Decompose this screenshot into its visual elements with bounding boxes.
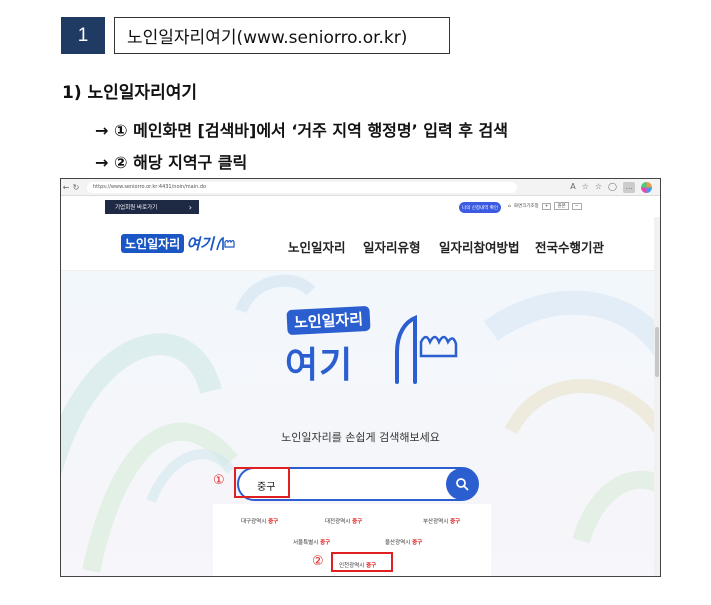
step-marker-1: ① — [213, 473, 225, 488]
nav-item-job-types[interactable]: 일자리유형 — [363, 237, 421, 256]
search-icon — [456, 478, 469, 491]
my-application-label: 나의 신청내역 확인 — [462, 205, 498, 211]
logo-text-1: 노인일자리 — [121, 234, 185, 253]
website-screenshot: ← ↻ https://www.seniorro.or.kr:4431/noin… — [60, 178, 661, 577]
read-aloud-icon[interactable]: A — [570, 182, 575, 193]
step-marker-2: ② — [312, 554, 324, 569]
hero-logo: 노인일자리 여기 — [283, 304, 463, 394]
logo-text-2: 여기 — [186, 235, 214, 253]
more-menu-icon[interactable]: … — [623, 182, 635, 193]
url-text: https://www.seniorro.or.kr:4431/noin/mai… — [93, 184, 207, 190]
instruction-step-2: → ② 해당 지역구 클릭 — [95, 153, 248, 172]
my-application-button[interactable]: 나의 신청내역 확인 — [459, 202, 501, 213]
profile-icon[interactable]: ◯ — [608, 182, 617, 193]
result-item[interactable]: 대구광역시 중구 — [241, 517, 278, 525]
collections-icon[interactable]: ☆ — [595, 182, 602, 193]
result-item[interactable]: 대전광역시 중구 — [325, 517, 362, 525]
copilot-icon[interactable] — [641, 182, 652, 193]
hero-section: 노인일자리 여기 노인일자리를 손쉽게 검색해보세요 ① 대구광역시 중구 대전… — [61, 271, 660, 576]
scrollbar-thumb[interactable] — [655, 327, 659, 377]
page-scrollbar[interactable] — [654, 217, 660, 576]
section-number-badge: 1 — [61, 17, 105, 54]
site-title: 노인일자리여기(www.seniorro.or.kr) — [114, 17, 450, 54]
home-icon[interactable]: ⌂ — [508, 204, 511, 209]
logo-hand-icon — [216, 236, 235, 250]
zoom-reset-button[interactable]: 원본 — [554, 202, 569, 210]
hero-hand-icon — [395, 315, 458, 384]
hero-logo-text-2: 여기 — [285, 345, 354, 386]
business-member-label: 기업회원 바로가기 — [115, 205, 158, 211]
search-button[interactable] — [446, 468, 478, 500]
back-icon[interactable]: ← — [61, 183, 71, 192]
zoom-in-button[interactable]: + — [541, 202, 552, 210]
section-heading: 1) 노인일자리여기 — [62, 83, 197, 103]
business-member-button[interactable]: 기업회원 바로가기 › — [105, 200, 199, 214]
result-item[interactable]: 서울특별시 중구 — [293, 538, 330, 546]
result-item[interactable]: 부산광역시 중구 — [423, 517, 460, 525]
zoom-out-button[interactable]: − — [571, 202, 582, 210]
hero-slogan: 노인일자리를 손쉽게 검색해보세요 — [281, 431, 440, 444]
favorite-star-icon[interactable]: ☆ — [582, 182, 589, 193]
nav-item-how-to-join[interactable]: 일자리참여방법 — [439, 237, 520, 256]
result-item[interactable]: 울산광역시 중구 — [385, 538, 422, 546]
reload-icon[interactable]: ↻ — [71, 183, 81, 192]
chevron-right-icon: › — [188, 202, 192, 212]
main-navigation: 노인일자리 여기 노인일자리 일자리유형 일자리참여방법 전국수행기관 — [61, 217, 660, 271]
site-logo[interactable]: 노인일자리 여기 — [121, 233, 237, 254]
result-highlight-box — [331, 552, 393, 572]
nav-item-agencies[interactable]: 전국수행기관 — [535, 237, 604, 256]
screen-size-label: 화면크기조정 — [513, 204, 539, 209]
search-highlight-box — [234, 467, 290, 498]
screen-size-controls: ⌂ 화면크기조정 + 원본 − — [508, 202, 582, 210]
instruction-step-1: → ① 메인화면 [검색바]에서 ‘거주 지역 행정명’ 입력 후 검색 — [95, 121, 508, 140]
browser-toolbar: ← ↻ https://www.seniorro.or.kr:4431/noin… — [61, 179, 660, 196]
nav-item-senior-jobs[interactable]: 노인일자리 — [288, 237, 346, 256]
hero-logo-text-1: 노인일자리 — [286, 305, 371, 336]
address-bar[interactable]: https://www.seniorro.or.kr:4431/noin/mai… — [87, 181, 517, 193]
